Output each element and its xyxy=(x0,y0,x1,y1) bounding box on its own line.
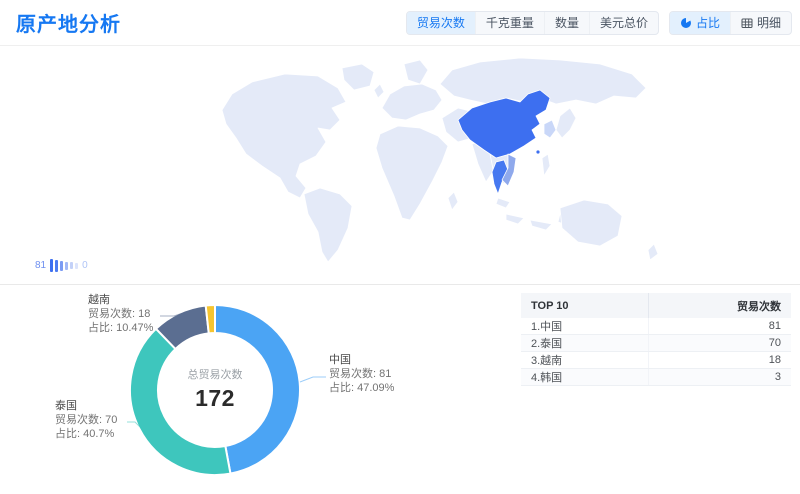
pie-label-vietnam-count: 贸易次数: 18 xyxy=(88,307,153,321)
tab-quantity[interactable]: 数量 xyxy=(544,12,589,34)
landmass-indonesia-2 xyxy=(530,220,552,230)
landmass-uk xyxy=(374,84,384,98)
pie-label-vietnam-name: 越南 xyxy=(88,293,153,307)
legend-bar xyxy=(50,259,53,272)
legend-bar xyxy=(60,261,63,271)
legend-max-value: 81 xyxy=(35,260,46,271)
tab-label: 千克重量 xyxy=(486,16,534,30)
map-country-china-taiwan[interactable] xyxy=(536,150,540,154)
legend-bars xyxy=(50,259,78,272)
view-tab-group: 占比 明细 xyxy=(669,11,792,35)
pie-icon xyxy=(680,17,692,29)
landmass-scandinavia xyxy=(404,60,428,84)
donut-chart xyxy=(0,285,520,489)
landmass-new-zealand xyxy=(648,244,658,260)
landmass-korea-japan xyxy=(556,108,576,138)
pie-label-vietnam-percent: 占比: 10.47% xyxy=(88,321,153,335)
donut-center: 总贸易次数 172 xyxy=(188,366,243,412)
table-header-row: TOP 10 贸易次数 xyxy=(521,293,791,318)
tab-label: 贸易次数 xyxy=(417,16,465,30)
value-cell: 70 xyxy=(649,335,791,352)
table-row: 1.中国81 xyxy=(521,318,791,335)
donut-chart-area: 越南 贸易次数: 18 占比: 10.47% 中国 贸易次数: 81 占比: 4… xyxy=(0,285,520,489)
table-header-trade-count: 贸易次数 xyxy=(649,293,791,318)
legend-bar xyxy=(55,260,58,272)
map-color-legend[interactable]: 81 0 xyxy=(35,259,88,272)
table-row: 4.韩国3 xyxy=(521,369,791,386)
pie-label-china-count: 贸易次数: 81 xyxy=(329,367,394,381)
landmass-madagascar xyxy=(448,192,458,210)
pie-label-thailand-count: 贸易次数: 70 xyxy=(55,413,117,427)
tab-weight-kg[interactable]: 千克重量 xyxy=(475,12,544,34)
label-line-china xyxy=(300,377,326,382)
world-map xyxy=(0,46,800,284)
tab-ratio[interactable]: 占比 xyxy=(670,12,730,34)
country-cell: 1.中国 xyxy=(521,318,649,335)
value-cell: 18 xyxy=(649,352,791,369)
landmass-australia xyxy=(560,200,622,246)
grid-icon xyxy=(741,17,753,29)
page-title: 原产地分析 xyxy=(16,8,121,37)
landmass-south-america xyxy=(304,188,352,262)
pie-label-vietnam: 越南 贸易次数: 18 占比: 10.47% xyxy=(88,293,153,335)
header-controls: 贸易次数 千克重量 数量 美元总价 占比 明细 xyxy=(406,11,792,35)
tab-usd-total[interactable]: 美元总价 xyxy=(589,12,658,34)
pie-label-thailand-percent: 占比: 40.7% xyxy=(55,427,117,441)
pie-label-china: 中国 贸易次数: 81 占比: 47.09% xyxy=(329,353,394,395)
landmass-europe xyxy=(382,84,442,120)
landmass-africa xyxy=(376,126,448,220)
tab-trade-count[interactable]: 贸易次数 xyxy=(407,12,475,34)
top10-table-area: TOP 10 贸易次数 1.中国812.泰国703.越南184.韩国3 xyxy=(521,293,791,488)
landmass-greenland xyxy=(342,64,374,90)
legend-bar xyxy=(75,263,78,269)
landmass-indonesia-1 xyxy=(506,214,524,224)
top10-table: TOP 10 贸易次数 1.中国812.泰国703.越南184.韩国3 xyxy=(521,293,791,386)
donut-center-label: 总贸易次数 xyxy=(188,366,243,382)
landmass-malaysia xyxy=(496,198,510,208)
landmass-north-america xyxy=(222,74,346,198)
tab-label: 数量 xyxy=(555,16,579,30)
pie-label-china-percent: 占比: 47.09% xyxy=(329,381,394,395)
pie-label-thailand-name: 泰国 xyxy=(55,399,117,413)
bottom-section: 越南 贸易次数: 18 占比: 10.47% 中国 贸易次数: 81 占比: 4… xyxy=(0,284,800,488)
table-row: 3.越南18 xyxy=(521,352,791,369)
landmass-philippines xyxy=(542,154,550,176)
page-header: 原产地分析 贸易次数 千克重量 数量 美元总价 占比 明细 xyxy=(0,0,800,46)
world-map-section: 81 0 xyxy=(0,46,800,284)
tab-detail[interactable]: 明细 xyxy=(730,12,791,34)
pie-label-china-name: 中国 xyxy=(329,353,394,367)
legend-bar xyxy=(65,262,68,270)
tab-label: 明细 xyxy=(757,16,781,30)
origin-analysis-page: 原产地分析 贸易次数 千克重量 数量 美元总价 占比 明细 xyxy=(0,0,800,488)
country-cell: 4.韩国 xyxy=(521,369,649,386)
country-cell: 3.越南 xyxy=(521,352,649,369)
tab-label: 占比 xyxy=(696,16,720,30)
map-country-korea[interactable] xyxy=(544,120,556,138)
tab-label: 美元总价 xyxy=(600,16,648,30)
table-header-top10: TOP 10 xyxy=(521,293,649,318)
legend-min-value: 0 xyxy=(82,260,88,271)
metric-tab-group: 贸易次数 千克重量 数量 美元总价 xyxy=(406,11,659,35)
country-cell: 2.泰国 xyxy=(521,335,649,352)
value-cell: 81 xyxy=(649,318,791,335)
donut-center-value: 172 xyxy=(188,385,243,412)
value-cell: 3 xyxy=(649,369,791,386)
pie-label-thailand: 泰国 贸易次数: 70 占比: 40.7% xyxy=(55,399,117,441)
table-row: 2.泰国70 xyxy=(521,335,791,352)
legend-bar xyxy=(70,262,73,269)
